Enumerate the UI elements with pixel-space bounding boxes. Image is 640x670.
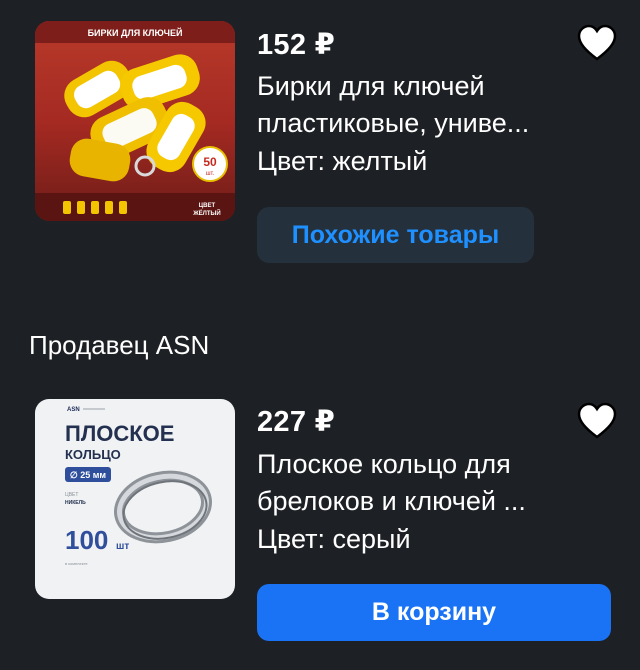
product-price: 227 ₽	[257, 406, 336, 438]
product-title[interactable]: Бирки для ключей пластиковые, униве...	[257, 68, 577, 142]
image-qty: 100	[65, 525, 108, 555]
heart-icon	[577, 24, 617, 61]
product-title[interactable]: Плоское кольцо для брелоков и ключей ...	[257, 446, 577, 520]
image-color-line1: ЦВЕТ	[65, 492, 78, 498]
image-heading1: ПЛОСКОЕ	[65, 421, 174, 446]
product-color: Цвет: желтый	[257, 146, 428, 176]
product-price: 152 ₽	[257, 29, 336, 61]
product-title-line2: пластиковые, униве...	[257, 108, 530, 138]
image-badge-number: 50	[203, 155, 217, 169]
product-image-flat-ring[interactable]: ASN ПЛОСКОЕ КОЛЬЦО ∅ 25 мм ЦВЕТ НИКЕЛЬ 1…	[35, 399, 235, 599]
add-to-cart-button[interactable]: В корзину	[257, 584, 611, 641]
flat-ring-illustration: ASN ПЛОСКОЕ КОЛЬЦО ∅ 25 мм ЦВЕТ НИКЕЛЬ 1…	[35, 399, 235, 599]
product-color: Цвет: серый	[257, 524, 411, 554]
key-tags-illustration: БИРКИ ДЛЯ КЛЮЧЕЙ 50 шт. ЦВЕТ ЖЁЛТЫЙ	[35, 21, 235, 221]
image-color-line2: НИКЕЛЬ	[65, 500, 86, 506]
heart-icon	[577, 402, 617, 439]
image-note: в комплекте	[65, 561, 88, 566]
product-image-key-tags[interactable]: БИРКИ ДЛЯ КЛЮЧЕЙ 50 шт. ЦВЕТ ЖЁЛТЫЙ	[35, 21, 235, 221]
image-badge-unit: шт.	[206, 171, 215, 177]
product-title-line1: Бирки для ключей	[257, 71, 485, 101]
similar-products-button[interactable]: Похожие товары	[257, 207, 534, 263]
image-size: ∅ 25 мм	[70, 470, 107, 480]
product-title-line2: брелоков и ключей ...	[257, 486, 526, 516]
image-banner-text: БИРКИ ДЛЯ КЛЮЧЕЙ	[88, 27, 183, 38]
seller-label[interactable]: Продавец ASN	[29, 330, 209, 361]
favorite-button[interactable]	[577, 402, 617, 442]
favorite-button[interactable]	[577, 24, 617, 64]
image-color-line1: ЦВЕТ	[199, 203, 216, 209]
image-color-line2: ЖЁЛТЫЙ	[192, 209, 221, 217]
image-qty-unit: шт	[116, 541, 129, 552]
image-heading2: КОЛЬЦО	[65, 447, 121, 462]
product-title-line1: Плоское кольцо для	[257, 449, 511, 479]
image-brand: ASN	[67, 407, 80, 413]
